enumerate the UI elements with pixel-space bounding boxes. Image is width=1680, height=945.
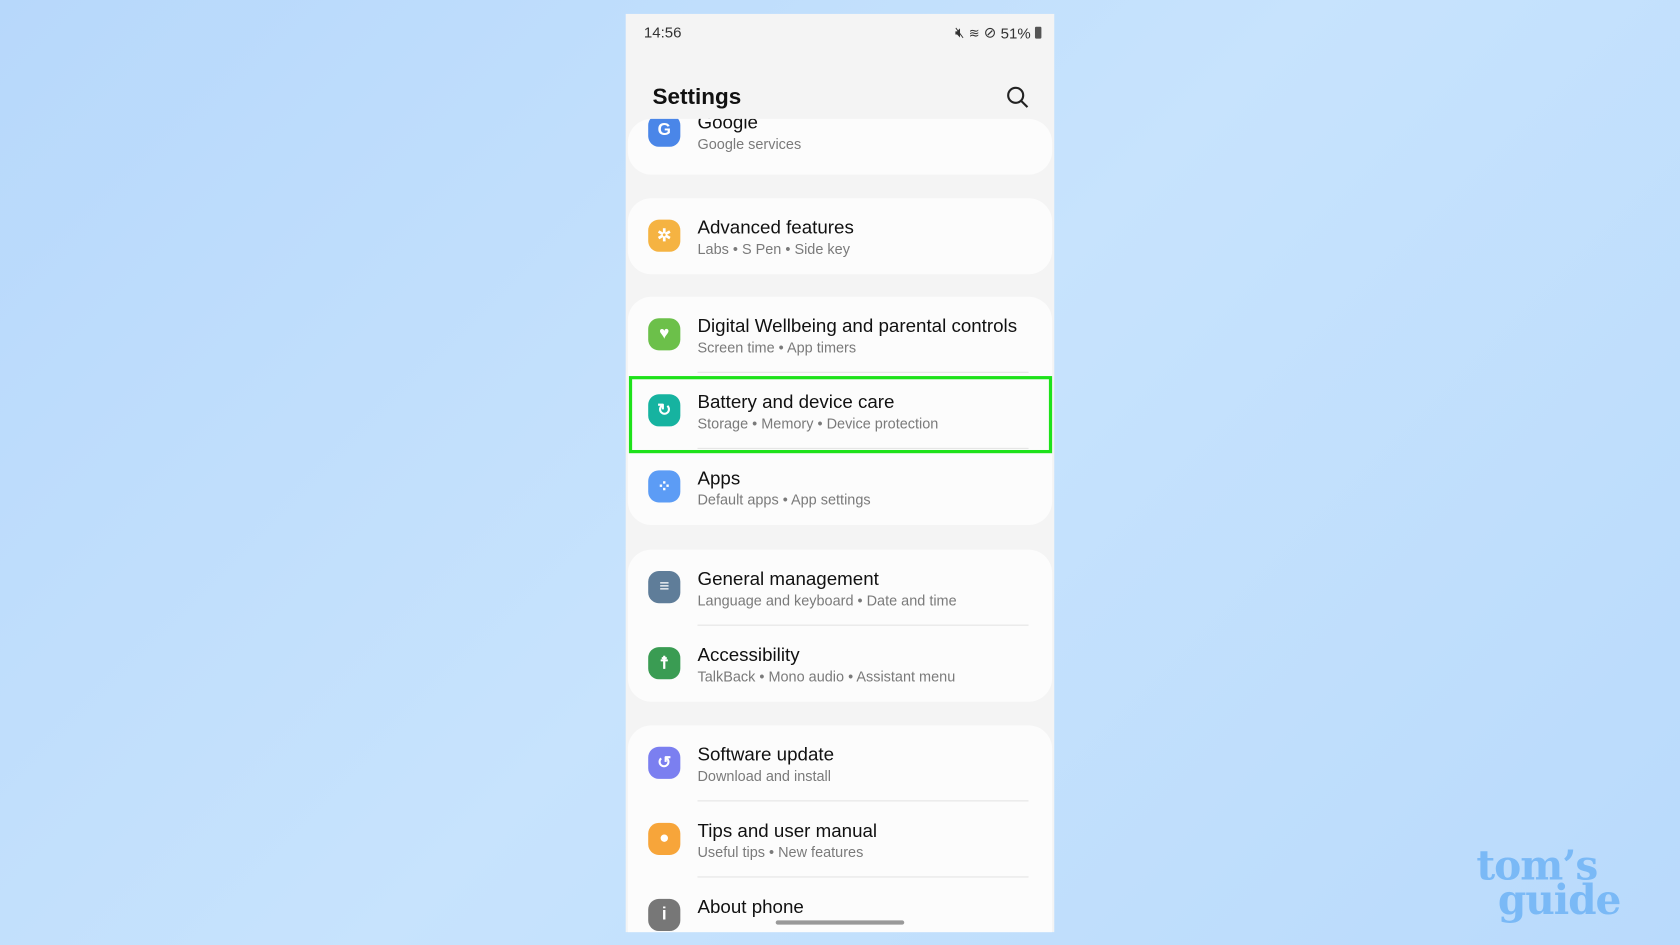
- battery-icon: [1034, 26, 1042, 39]
- about-phone-icon: i: [648, 898, 681, 932]
- item-title: Accessibility: [697, 643, 800, 666]
- highlight-box: [628, 376, 1053, 454]
- status-bar: 14:56 🔇︎ ≋ ⊘ 51%: [643, 23, 1042, 43]
- accessibility-icon: ☨: [648, 647, 681, 680]
- item-title: Digital Wellbeing and parental controls: [697, 314, 1018, 337]
- settings-item-tips-and-user-manual[interactable]: ● Tips and user manual Useful tips • New…: [628, 801, 1052, 878]
- item-subtitle: Google services: [697, 136, 802, 153]
- settings-group: ↺ Software update Download and install ● …: [627, 725, 1053, 933]
- watermark-logo: tom’s guide: [1476, 841, 1621, 924]
- clock: 14:56: [643, 23, 682, 41]
- settings-group: ≡ General management Language and keyboa…: [627, 549, 1053, 702]
- item-title: Apps: [697, 467, 741, 489]
- item-subtitle: TalkBack • Mono audio • Assistant menu: [697, 668, 956, 685]
- apps-icon: ⁘: [648, 470, 681, 503]
- wifi-icon: ≋: [968, 25, 980, 41]
- item-title: Google: [697, 118, 758, 133]
- page-title: Settings: [652, 84, 742, 110]
- item-subtitle: Screen time • App timers: [697, 339, 857, 356]
- item-title: About phone: [697, 895, 804, 918]
- item-title: Tips and user manual: [697, 819, 878, 842]
- do-not-disturb-icon: ⊘: [983, 23, 997, 41]
- item-subtitle: Useful tips • New features: [697, 844, 864, 861]
- settings-item-digital-wellbeing-and-parental-controls[interactable]: ♥ Digital Wellbeing and parental control…: [628, 297, 1052, 373]
- home-indicator[interactable]: [775, 920, 905, 925]
- wellbeing-icon: ♥: [648, 318, 681, 351]
- settings-item-software-update[interactable]: ↺ Software update Download and install: [628, 725, 1052, 802]
- settings-item-accessibility[interactable]: ☨ Accessibility TalkBack • Mono audio • …: [628, 626, 1052, 702]
- settings-group: G Google Google services: [627, 118, 1053, 175]
- settings-item-general-management[interactable]: ≡ General management Language and keyboa…: [628, 550, 1052, 626]
- advanced-features-icon: ✲: [648, 219, 681, 252]
- settings-item-google[interactable]: G Google Google services: [628, 118, 1052, 169]
- item-subtitle: Language and keyboard • Date and time: [697, 592, 957, 609]
- tips-icon: ●: [648, 822, 681, 855]
- settings-group: ✲ Advanced features Labs • S Pen • Side …: [627, 198, 1053, 275]
- google-icon: G: [648, 118, 681, 147]
- item-title: Software update: [697, 743, 835, 765]
- software-update-icon: ↺: [648, 746, 681, 779]
- phone-screen: 14:56 🔇︎ ≋ ⊘ 51% Settings G Google Googl…: [625, 13, 1055, 933]
- item-subtitle: Default apps • App settings: [697, 491, 871, 508]
- item-title: Advanced features: [697, 216, 854, 238]
- settings-item-advanced-features[interactable]: ✲ Advanced features Labs • S Pen • Side …: [628, 198, 1052, 274]
- search-icon[interactable]: [1006, 86, 1030, 110]
- item-subtitle: Labs • S Pen • Side key: [697, 241, 850, 258]
- general-management-icon: ≡: [648, 571, 681, 604]
- item-subtitle: Download and install: [697, 768, 831, 785]
- settings-item-apps[interactable]: ⁘ Apps Default apps • App settings: [628, 449, 1052, 525]
- mute-icon: 🔇︎: [954, 23, 965, 41]
- item-title: General management: [697, 567, 879, 590]
- battery-percent: 51%: [1000, 24, 1031, 42]
